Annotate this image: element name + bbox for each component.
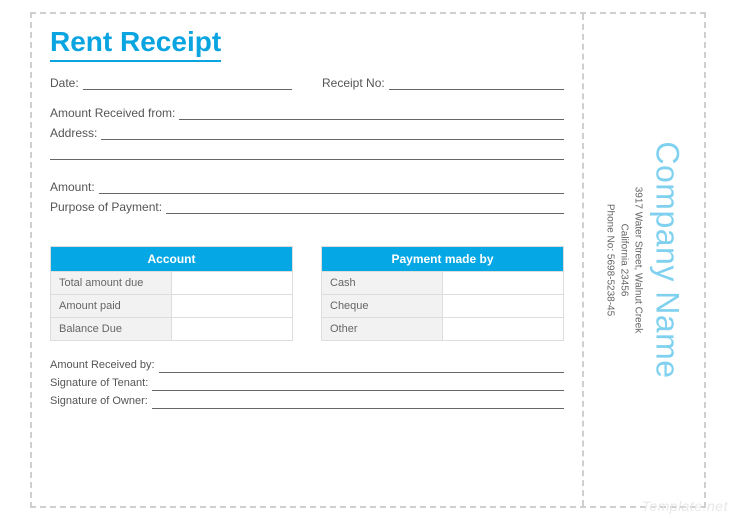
receipt-sheet: Rent Receipt Date: Receipt No: Amount Re…	[30, 12, 706, 508]
payment-row-1: Cheque	[322, 295, 443, 318]
line-address-2[interactable]	[50, 146, 564, 160]
account-val-0[interactable]	[172, 272, 293, 295]
account-val-1[interactable]	[172, 295, 293, 318]
payment-val-0[interactable]	[443, 272, 564, 295]
field-amount-received-from: Amount Received from:	[50, 106, 564, 120]
line-purpose[interactable]	[166, 200, 564, 214]
account-row-1: Amount paid	[51, 295, 172, 318]
label-receipt-no: Receipt No:	[322, 76, 385, 90]
sig-received-by: Amount Received by:	[50, 359, 564, 373]
field-receipt-no: Receipt No:	[322, 76, 564, 90]
line-sig-owner[interactable]	[152, 395, 564, 409]
account-val-2[interactable]	[172, 318, 293, 341]
line-sig-tenant[interactable]	[152, 377, 564, 391]
table-row: Balance Due	[51, 318, 293, 341]
line-amount[interactable]	[99, 180, 564, 194]
payment-table: Payment made by Cash Cheque Other	[321, 246, 564, 341]
payment-table-wrap: Payment made by Cash Cheque Other	[321, 246, 564, 341]
account-row-0: Total amount due	[51, 272, 172, 295]
sig-owner: Signature of Owner:	[50, 395, 564, 409]
field-date: Date:	[50, 76, 292, 90]
line-received-by[interactable]	[159, 359, 564, 373]
account-row-2: Balance Due	[51, 318, 172, 341]
table-row: Cash	[322, 272, 564, 295]
field-purpose: Purpose of Payment:	[50, 200, 564, 214]
table-row: Other	[322, 318, 564, 341]
document-title: Rent Receipt	[50, 26, 221, 62]
line-amount-received-from[interactable]	[179, 106, 564, 120]
receipt-main: Rent Receipt Date: Receipt No: Amount Re…	[32, 14, 582, 506]
line-address-1[interactable]	[101, 126, 564, 140]
label-amount: Amount:	[50, 180, 95, 194]
company-street: 3917 Water Street, Walnut Creek	[631, 50, 645, 470]
row-date-receipt: Date: Receipt No:	[50, 76, 564, 90]
field-address: Address:	[50, 126, 564, 140]
sig-tenant: Signature of Tenant:	[50, 377, 564, 391]
watermark: Template.net	[642, 498, 728, 514]
label-date: Date:	[50, 76, 79, 90]
company-name: Company Name	[649, 50, 686, 470]
field-address-2	[50, 146, 564, 160]
label-sig-tenant: Signature of Tenant:	[50, 377, 148, 391]
label-purpose: Purpose of Payment:	[50, 200, 162, 214]
payment-val-2[interactable]	[443, 318, 564, 341]
tables-row: Account Total amount due Amount paid Bal…	[50, 246, 564, 341]
payment-header: Payment made by	[322, 247, 564, 272]
payment-row-2: Other	[322, 318, 443, 341]
line-date[interactable]	[83, 76, 292, 90]
field-amount: Amount:	[50, 180, 564, 194]
label-amount-received-from: Amount Received from:	[50, 106, 175, 120]
payment-val-1[interactable]	[443, 295, 564, 318]
account-header: Account	[51, 247, 293, 272]
company-phone: Phone No: 5698-5238-45	[603, 50, 617, 470]
label-sig-owner: Signature of Owner:	[50, 395, 148, 409]
line-receipt-no[interactable]	[389, 76, 564, 90]
label-address: Address:	[50, 126, 97, 140]
account-table-wrap: Account Total amount due Amount paid Bal…	[50, 246, 293, 341]
payment-row-0: Cash	[322, 272, 443, 295]
table-row: Cheque	[322, 295, 564, 318]
table-row: Amount paid	[51, 295, 293, 318]
table-row: Total amount due	[51, 272, 293, 295]
stub-inner: Company Name 3917 Water Street, Walnut C…	[603, 50, 686, 470]
account-table: Account Total amount due Amount paid Bal…	[50, 246, 293, 341]
receipt-stub: Company Name 3917 Water Street, Walnut C…	[582, 14, 704, 506]
company-region: California 23456	[617, 50, 631, 470]
label-received-by: Amount Received by:	[50, 359, 155, 373]
